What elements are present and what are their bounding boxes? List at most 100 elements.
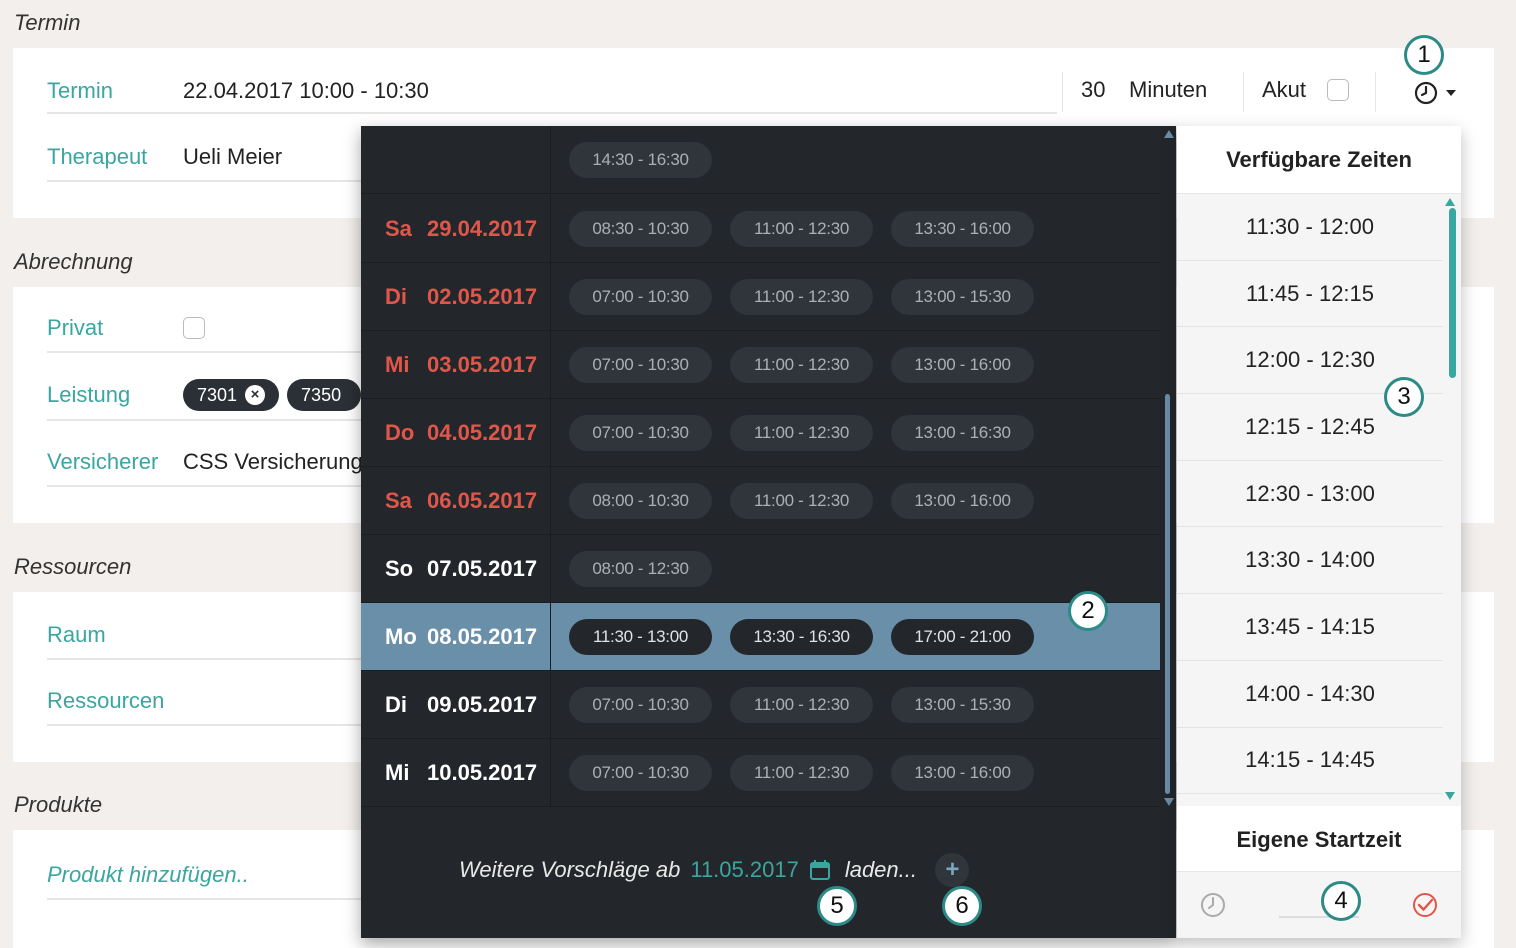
- slot-chip[interactable]: 08:30 - 10:30: [569, 210, 712, 247]
- remove-icon[interactable]: ×: [245, 385, 266, 405]
- day-cell: Sa 29.04.2017: [361, 195, 551, 262]
- available-time-item[interactable]: 12:30 - 13:00: [1177, 460, 1443, 528]
- leistung-chip[interactable]: 7350: [287, 379, 362, 411]
- available-times-panel: Verfügbare Zeiten 11:30 - 12:00 11:45 - 1…: [1177, 126, 1461, 938]
- available-time-item[interactable]: 11:45 - 12:15: [1177, 260, 1443, 328]
- slot-chip[interactable]: 13:00 - 15:30: [891, 686, 1034, 723]
- own-start-row: [1177, 872, 1461, 938]
- versicherer-label: Versicherer: [47, 449, 159, 474]
- day-cell: Di 02.05.2017: [361, 263, 551, 330]
- weekday-label: Di: [385, 691, 407, 717]
- scrollbar-thumb[interactable]: [1165, 394, 1170, 794]
- slot-chip[interactable]: 13:00 - 16:00: [891, 754, 1034, 791]
- akut-checkbox[interactable]: [1327, 79, 1349, 101]
- own-start-title: Eigene Startzeit: [1177, 808, 1461, 872]
- produkt-add-input[interactable]: Produkt hinzufügen..: [47, 862, 249, 888]
- slot-chip[interactable]: 11:00 - 12:30: [730, 686, 873, 723]
- slot-chip[interactable]: 13:00 - 15:30: [891, 278, 1034, 315]
- available-time-item[interactable]: 14:00 - 14:30: [1177, 660, 1443, 728]
- available-time-item[interactable]: 11:30 - 12:00: [1177, 194, 1443, 261]
- slot-chip[interactable]: 11:30 - 13:00: [569, 618, 712, 655]
- suggestion-row[interactable]: Di 02.05.2017 07:00 - 10:30 11:00 - 12:30 13…: [361, 263, 1160, 331]
- slot-chip[interactable]: 11:00 - 12:30: [730, 754, 873, 791]
- suggestion-row[interactable]: Sa 29.04.2017 08:30 - 10:30 11:00 - 12:30 13…: [361, 195, 1160, 263]
- time-picker-toggle[interactable]: [1413, 80, 1457, 106]
- privat-checkbox[interactable]: [183, 317, 205, 339]
- suggestion-row[interactable]: Mi 10.05.2017 07:00 - 10:30 11:00 - 12:30 13…: [361, 739, 1160, 807]
- versicherer-value[interactable]: CSS Versicherung: [183, 449, 363, 475]
- annotation-badge-3: 3: [1384, 377, 1424, 417]
- slot-chip[interactable]: 07:00 - 10:30: [569, 754, 712, 791]
- duration-value[interactable]: 30: [1081, 77, 1105, 103]
- annotation-badge-2: 2: [1068, 591, 1108, 631]
- date-label: 03.05.2017: [427, 351, 538, 377]
- chip-label: 7301: [197, 384, 238, 405]
- slot-chip[interactable]: 11:00 - 12:30: [730, 482, 873, 519]
- slot-chip[interactable]: 11:00 - 12:30: [730, 414, 873, 451]
- day-cell: Do 04.05.2017: [361, 399, 551, 466]
- leistung-chip[interactable]: 7301 ×: [183, 379, 280, 411]
- suggestion-row[interactable]: So 07.05.2017 08:00 - 12:30: [361, 535, 1160, 603]
- slot-list: 07:00 - 10:30 11:00 - 12:30 13:00 - 15:30: [551, 278, 1034, 315]
- therapeut-value[interactable]: Ueli Meier: [183, 144, 282, 170]
- termin-value[interactable]: 22.04.2017 10:00 - 10:30: [183, 78, 429, 104]
- suggestion-row[interactable]: Mo 08.05.2017 11:30 - 13:00 13:30 - 16:30 17…: [361, 603, 1160, 671]
- slot-chip[interactable]: 07:00 - 10:30: [569, 346, 712, 383]
- slot-chip[interactable]: 07:00 - 10:30: [569, 278, 712, 315]
- slot-list: 07:00 - 10:30 11:00 - 12:30 13:00 - 16:00: [551, 754, 1034, 791]
- scrollbar-thumb[interactable]: [1449, 208, 1456, 378]
- suggestion-row[interactable]: Do 04.05.2017 07:00 - 10:30 11:00 - 12:30 13…: [361, 399, 1160, 467]
- slot-chip[interactable]: 13:30 - 16:00: [891, 210, 1034, 247]
- ressourcen-label: Ressourcen: [47, 688, 165, 713]
- annotation-badge-6: 6: [942, 886, 982, 926]
- chip-label: 7350: [301, 384, 342, 405]
- confirm-icon[interactable]: [1411, 891, 1439, 919]
- slot-chip[interactable]: 13:00 - 16:00: [891, 346, 1034, 383]
- day-cell: [361, 126, 551, 193]
- load-more-button[interactable]: +: [935, 853, 969, 887]
- slot-chip[interactable]: 11:00 - 12:30: [730, 210, 873, 247]
- date-label: 04.05.2017: [427, 419, 538, 445]
- slot-chip[interactable]: 13:00 - 16:00: [891, 482, 1034, 519]
- load-more-prefix: Weitere Vorschläge ab: [459, 857, 681, 882]
- weekday-label: Mi: [385, 351, 410, 377]
- slot-chip[interactable]: 07:00 - 10:30: [569, 414, 712, 451]
- available-time-item[interactable]: 13:45 - 14:15: [1177, 594, 1443, 661]
- slot-chip[interactable]: 17:00 - 21:00: [891, 618, 1034, 655]
- slot-chip[interactable]: 11:00 - 12:30: [730, 346, 873, 383]
- day-cell: Di 09.05.2017: [361, 671, 551, 738]
- scroll-down-icon[interactable]: [1164, 798, 1174, 806]
- slot-chip[interactable]: 08:00 - 10:30: [569, 482, 712, 519]
- suggestion-row[interactable]: Mi 03.05.2017 07:00 - 10:30 11:00 - 12:30 13…: [361, 331, 1160, 399]
- section-title-abrechnung: Abrechnung: [14, 249, 133, 274]
- date-label: 02.05.2017: [427, 283, 538, 309]
- slot-chip[interactable]: 13:00 - 16:30: [891, 414, 1034, 451]
- slot-list: 07:00 - 10:30 11:00 - 12:30 13:00 - 15:30: [551, 686, 1034, 723]
- day-cell: So 07.05.2017: [361, 535, 551, 602]
- load-more-date[interactable]: 11.05.2017: [690, 857, 798, 883]
- available-time-item[interactable]: 13:30 - 14:00: [1177, 527, 1443, 595]
- date-label: 09.05.2017: [427, 691, 538, 717]
- caret-down-icon: [1446, 90, 1456, 96]
- slot-chip[interactable]: 11:00 - 12:30: [730, 278, 873, 315]
- akut-label: Akut: [1262, 77, 1307, 102]
- clock-icon: [1414, 81, 1438, 105]
- slot-chip[interactable]: 08:00 - 12:30: [569, 550, 712, 587]
- scroll-down-icon[interactable]: [1445, 792, 1455, 800]
- available-time-item[interactable]: 14:15 - 14:45: [1177, 727, 1443, 795]
- date-label: 08.05.2017: [427, 623, 538, 649]
- suggestion-row[interactable]: Di 09.05.2017 07:00 - 10:30 11:00 - 12:30 13…: [361, 671, 1160, 739]
- weekday-label: So: [385, 555, 414, 581]
- clock-icon[interactable]: [1199, 891, 1227, 919]
- slot-chip[interactable]: 14:30 - 16:30: [569, 141, 712, 178]
- leistung-label: Leistung: [47, 382, 131, 407]
- slot-chip[interactable]: 07:00 - 10:30: [569, 686, 712, 723]
- scroll-up-icon[interactable]: [1445, 198, 1455, 206]
- slot-chip[interactable]: 13:30 - 16:30: [730, 618, 873, 655]
- day-cell: Mo 08.05.2017: [361, 603, 551, 670]
- weekday-label: Sa: [385, 487, 412, 513]
- suggestion-row[interactable]: Sa 06.05.2017 08:00 - 10:30 11:00 - 12:30 13…: [361, 467, 1160, 535]
- date-label: 07.05.2017: [427, 555, 538, 581]
- calendar-icon[interactable]: [809, 859, 831, 881]
- scroll-up-icon[interactable]: [1164, 130, 1174, 138]
